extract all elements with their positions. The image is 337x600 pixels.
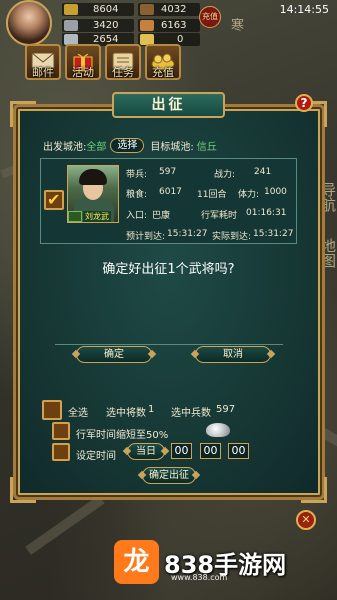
top-bar: 8604 4032 3420 6163 2654 0 充值 14:14:55 (0, 0, 337, 46)
resource-food-value: 6163 (161, 20, 187, 31)
origin-label: 出发城池: (43, 142, 87, 153)
time-hours[interactable]: 00 (171, 443, 192, 459)
cancel-button[interactable]: 取消 (195, 346, 271, 363)
dragon-logo-icon: 龙 (114, 540, 159, 584)
select-all-checkbox[interactable] (42, 400, 62, 420)
resource-iron-value: 3420 (93, 20, 119, 31)
coin-icon (64, 4, 78, 15)
power-value: 241 (254, 167, 272, 177)
march-time-value: 01:16:31 (246, 208, 287, 218)
recharge-badge[interactable]: 充值 (199, 6, 221, 28)
activity-button[interactable]: 活动 (65, 44, 101, 80)
stamina-value: 1000 (264, 187, 287, 197)
stamina-label: 体力: (238, 190, 260, 200)
turns-value: 11回合 (197, 190, 227, 200)
selected-generals-label: 选中将数 (106, 408, 146, 419)
entry-value: 巴康 (152, 211, 171, 221)
food-icon (140, 20, 154, 31)
eta-label: 预计到达: (126, 232, 166, 242)
mail-button[interactable]: 邮件 (25, 44, 61, 80)
silver-ingot-icon (206, 423, 230, 437)
divider (55, 344, 283, 345)
watermark-url: www.838.com (171, 573, 228, 582)
day-button[interactable]: 当日 (127, 443, 165, 460)
select-all-label: 全选 (68, 408, 88, 419)
resource-coin: 8604 (64, 3, 118, 16)
target-value: 信丘 (196, 142, 217, 153)
treasure-label: 充值 (152, 66, 174, 79)
dialog-corner (10, 101, 36, 127)
resource-wood-value: 4032 (161, 4, 187, 15)
portrait-hair (79, 169, 107, 185)
activity-label: 活动 (72, 66, 94, 79)
target-label: 目标城池: (150, 142, 194, 153)
dialog-title: 出征 (112, 92, 225, 118)
general-name: 刘龙武 (83, 211, 111, 222)
resource-iron: 3420 (64, 19, 118, 32)
origin-value: 全部 (86, 142, 107, 153)
iron-icon (64, 20, 78, 31)
set-march-button[interactable]: 确定出征 (142, 467, 196, 484)
player-avatar[interactable] (6, 0, 52, 46)
set-time-checkbox[interactable] (52, 443, 70, 461)
resource-wood: 4032 (140, 3, 186, 16)
close-icon[interactable]: ✕ (296, 510, 316, 530)
task-button[interactable]: 任务 (105, 44, 141, 80)
halve-time-checkbox[interactable] (52, 422, 70, 440)
troops-value: 597 (159, 167, 177, 177)
confirm-button[interactable]: 确定 (76, 346, 152, 363)
general-level-badge (68, 211, 82, 222)
troops-label: 带兵: (126, 170, 148, 180)
resource-food: 6163 (140, 19, 186, 32)
halve-time-label: 行军时间缩短至50% (76, 430, 169, 441)
confirm-prompt: 确定好出征1个武将吗? (102, 262, 235, 277)
check-icon: ✔ (47, 190, 61, 209)
entry-label: 入口: (126, 211, 148, 221)
actual-arrival-label: 实际到达: (212, 232, 252, 242)
wood-icon (140, 4, 154, 15)
help-button[interactable]: ? (295, 94, 313, 112)
actual-arrival-value: 15:31:27 (253, 229, 294, 239)
city-row: 出发城池: 全部 选择 目标城池: 信丘 (43, 138, 217, 153)
time-minutes[interactable]: 00 (200, 443, 221, 459)
dialog-corner (10, 477, 36, 503)
time-seconds[interactable]: 00 (228, 443, 249, 459)
food-value: 6017 (159, 187, 182, 197)
selected-troops-label: 选中兵数 (171, 408, 211, 419)
clock: 14:14:55 (279, 3, 329, 16)
selected-troops-value: 597 (216, 404, 236, 415)
select-city-button[interactable]: 选择 (110, 138, 145, 153)
mail-label: 邮件 (32, 66, 54, 79)
task-label: 任务 (112, 66, 134, 79)
set-time-label: 设定时间 (76, 451, 116, 462)
power-label: 战力: (214, 170, 236, 180)
selected-generals-value: 1 (148, 404, 155, 415)
dialog-corner (301, 477, 327, 503)
resource-coin-value: 8604 (93, 4, 119, 15)
treasure-button[interactable]: 充值 (145, 44, 181, 80)
march-time-label: 行军耗时 (201, 211, 238, 221)
eta-value: 15:31:27 (167, 229, 208, 239)
food-label: 粮食: (126, 190, 148, 200)
